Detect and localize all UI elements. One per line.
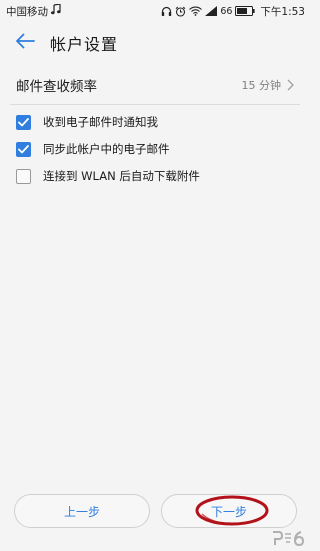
chevron-right-icon xyxy=(287,76,294,95)
battery-icon xyxy=(235,6,256,16)
carrier-name: 中国移动 xyxy=(6,5,48,18)
battery-percent: 66 xyxy=(220,5,233,17)
music-note-icon xyxy=(51,3,61,18)
sync-frequency-row[interactable]: 邮件查收频率 15 分钟 xyxy=(0,70,310,100)
status-time: 下午1:53 xyxy=(260,5,305,18)
option-wlan-download-row[interactable]: 连接到 WLAN 后自动下载附件 xyxy=(0,164,310,188)
option-sync-label: 同步此帐户中的电子邮件 xyxy=(43,142,170,156)
page-title: 帐户设置 xyxy=(50,35,119,54)
signal-icon xyxy=(205,6,218,16)
status-left: 中国移动 xyxy=(6,3,61,19)
wifi-icon xyxy=(189,6,203,16)
previous-step-button[interactable]: 上一步 xyxy=(14,494,150,528)
section-divider xyxy=(10,104,300,105)
option-notify-row[interactable]: 收到电子邮件时通知我 xyxy=(0,110,310,134)
sync-frequency-value-group: 15 分钟 xyxy=(242,76,295,95)
option-sync-row[interactable]: 同步此帐户中的电子邮件 xyxy=(0,137,310,161)
sync-frequency-value: 15 分钟 xyxy=(241,79,282,92)
arrow-left-icon xyxy=(15,33,35,53)
next-step-button[interactable]: 下一步 xyxy=(161,494,297,528)
back-button[interactable] xyxy=(10,28,40,58)
checkbox-checked-icon[interactable] xyxy=(16,114,31,130)
app-bar: 帐户设置 xyxy=(0,22,310,64)
option-notify-label: 收到电子邮件时通知我 xyxy=(43,115,158,129)
status-bar: 中国移动 66 下午1:53 xyxy=(0,0,310,22)
status-right: 66 下午1:53 xyxy=(161,4,305,19)
sync-frequency-label: 邮件查收频率 xyxy=(16,79,97,95)
headphones-icon xyxy=(161,6,172,17)
option-wlan-download-label: 连接到 WLAN 后自动下载附件 xyxy=(43,169,200,183)
watermark-logo-icon xyxy=(273,531,305,547)
alarm-icon xyxy=(175,6,186,17)
checkbox-unchecked-icon[interactable] xyxy=(16,168,31,184)
checkbox-checked-icon[interactable] xyxy=(16,141,31,157)
